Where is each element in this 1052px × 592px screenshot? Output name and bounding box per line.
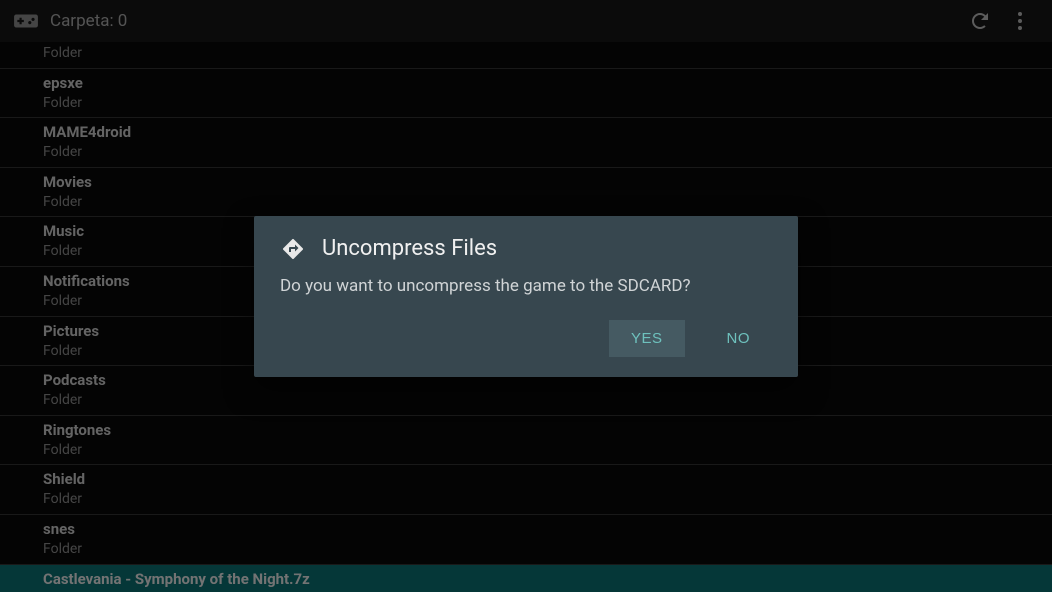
- dialog-actions: YES NO: [254, 320, 798, 365]
- no-button[interactable]: NO: [705, 320, 773, 357]
- uncompress-dialog: Uncompress Files Do you want to uncompre…: [254, 216, 798, 377]
- dialog-header: Uncompress Files: [254, 216, 798, 270]
- modal-overlay: Uncompress Files Do you want to uncompre…: [0, 0, 1052, 592]
- dialog-title: Uncompress Files: [322, 236, 497, 261]
- yes-button[interactable]: YES: [609, 320, 685, 357]
- directions-icon: [280, 236, 306, 262]
- dialog-message: Do you want to uncompress the game to th…: [254, 270, 798, 320]
